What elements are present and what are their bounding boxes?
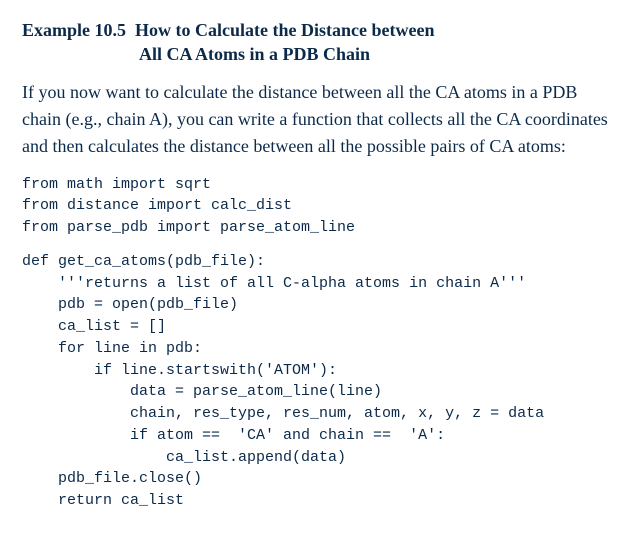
example-title-line2: All CA Atoms in a PDB Chain: [22, 42, 610, 66]
example-heading: Example 10.5 How to Calculate the Distan…: [22, 18, 610, 67]
code-imports: from math import sqrt from distance impo…: [22, 174, 610, 239]
example-label: Example 10.5: [22, 20, 126, 40]
example-title-line1: How to Calculate the Distance between: [135, 20, 434, 40]
intro-paragraph: If you now want to calculate the distanc…: [22, 79, 610, 160]
code-function: def get_ca_atoms(pdb_file): '''returns a…: [22, 251, 610, 512]
